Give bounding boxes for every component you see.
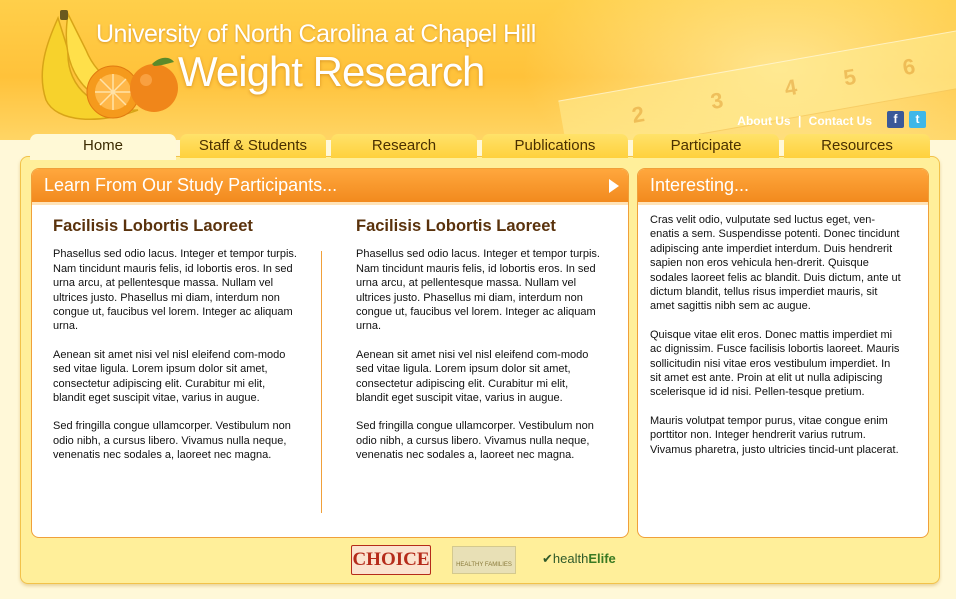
main-nav: Home Staff & Students Research Publicati… bbox=[30, 134, 930, 160]
paragraph: Cras velit odio, vulputate sed luctus eg… bbox=[650, 214, 901, 313]
paragraph: Sed fringilla congue ullamcorper. Vestib… bbox=[53, 420, 291, 462]
paragraph: Phasellus sed odio lacus. Integer et tem… bbox=[356, 248, 600, 333]
participants-panel-header: Learn From Our Study Participants... bbox=[32, 169, 628, 205]
healthelife-suffix: Elife bbox=[588, 551, 616, 566]
site-name: Weight Research bbox=[178, 48, 485, 95]
paragraph: Sed fringilla congue ullamcorper. Vestib… bbox=[356, 420, 594, 462]
check-icon: ✔ bbox=[542, 551, 553, 566]
interesting-panel-title: Interesting... bbox=[650, 175, 750, 195]
content-column-2: Facilisis Lobortis Laoreet Phasellus sed… bbox=[356, 217, 600, 477]
tape-number: 4 bbox=[782, 74, 799, 101]
tab-research[interactable]: Research bbox=[331, 134, 477, 158]
choice-logo[interactable]: CHOICE bbox=[351, 545, 431, 575]
tab-home[interactable]: Home bbox=[30, 134, 176, 160]
university-name: University of North Carolina at Chapel H… bbox=[96, 20, 536, 48]
link-separator: | bbox=[797, 114, 802, 128]
paragraph: Phasellus sed odio lacus. Integer et tem… bbox=[53, 248, 297, 333]
top-links: About Us | Contact Us bbox=[737, 114, 872, 128]
healthy-families-logo[interactable]: HEALTHY FAMILIES bbox=[452, 546, 516, 574]
healthelife-logo[interactable]: ✔healthElife bbox=[542, 551, 616, 567]
tab-publications[interactable]: Publications bbox=[482, 134, 628, 158]
tape-number: 3 bbox=[708, 87, 726, 114]
interesting-text: Cras velit odio, vulputate sed luctus eg… bbox=[650, 213, 904, 471]
participants-panel: Learn From Our Study Participants... Fac… bbox=[31, 168, 629, 538]
site-header: 2 3 4 5 6 University of North Carolina a… bbox=[0, 0, 956, 140]
play-arrow-icon[interactable] bbox=[609, 179, 619, 193]
tab-staff-students[interactable]: Staff & Students bbox=[180, 134, 326, 158]
paragraph: Mauris volutpat tempor purus, vitae cong… bbox=[650, 414, 899, 456]
paragraph: Quisque vitae elit eros. Donec mattis im… bbox=[650, 328, 900, 399]
interesting-panel-header: Interesting... bbox=[638, 169, 928, 205]
twitter-icon[interactable]: t bbox=[909, 111, 926, 128]
facebook-icon[interactable]: f bbox=[887, 111, 904, 128]
about-us-link[interactable]: About Us bbox=[737, 114, 790, 128]
paragraph: Aenean sit amet nisi vel nisl eleifend c… bbox=[53, 348, 286, 405]
content-frame: Learn From Our Study Participants... Fac… bbox=[20, 156, 940, 584]
content-column-1: Facilisis Lobortis Laoreet Phasellus sed… bbox=[53, 217, 297, 477]
healthelife-prefix: health bbox=[552, 551, 589, 566]
participants-panel-title: Learn From Our Study Participants... bbox=[44, 175, 338, 195]
contact-us-link[interactable]: Contact Us bbox=[809, 114, 872, 128]
column-heading: Facilisis Lobortis Laoreet bbox=[53, 217, 253, 235]
tape-number: 2 bbox=[629, 101, 647, 128]
tab-resources[interactable]: Resources bbox=[784, 134, 930, 158]
tape-number: 5 bbox=[841, 63, 858, 91]
column-divider bbox=[321, 251, 322, 513]
column-heading: Facilisis Lobortis Laoreet bbox=[356, 217, 556, 235]
tape-number: 6 bbox=[900, 53, 918, 81]
interesting-panel: Interesting... Cras velit odio, vulputat… bbox=[637, 168, 929, 538]
paragraph: Aenean sit amet nisi vel nisl eleifend c… bbox=[356, 348, 589, 405]
tab-participate[interactable]: Participate bbox=[633, 134, 779, 158]
